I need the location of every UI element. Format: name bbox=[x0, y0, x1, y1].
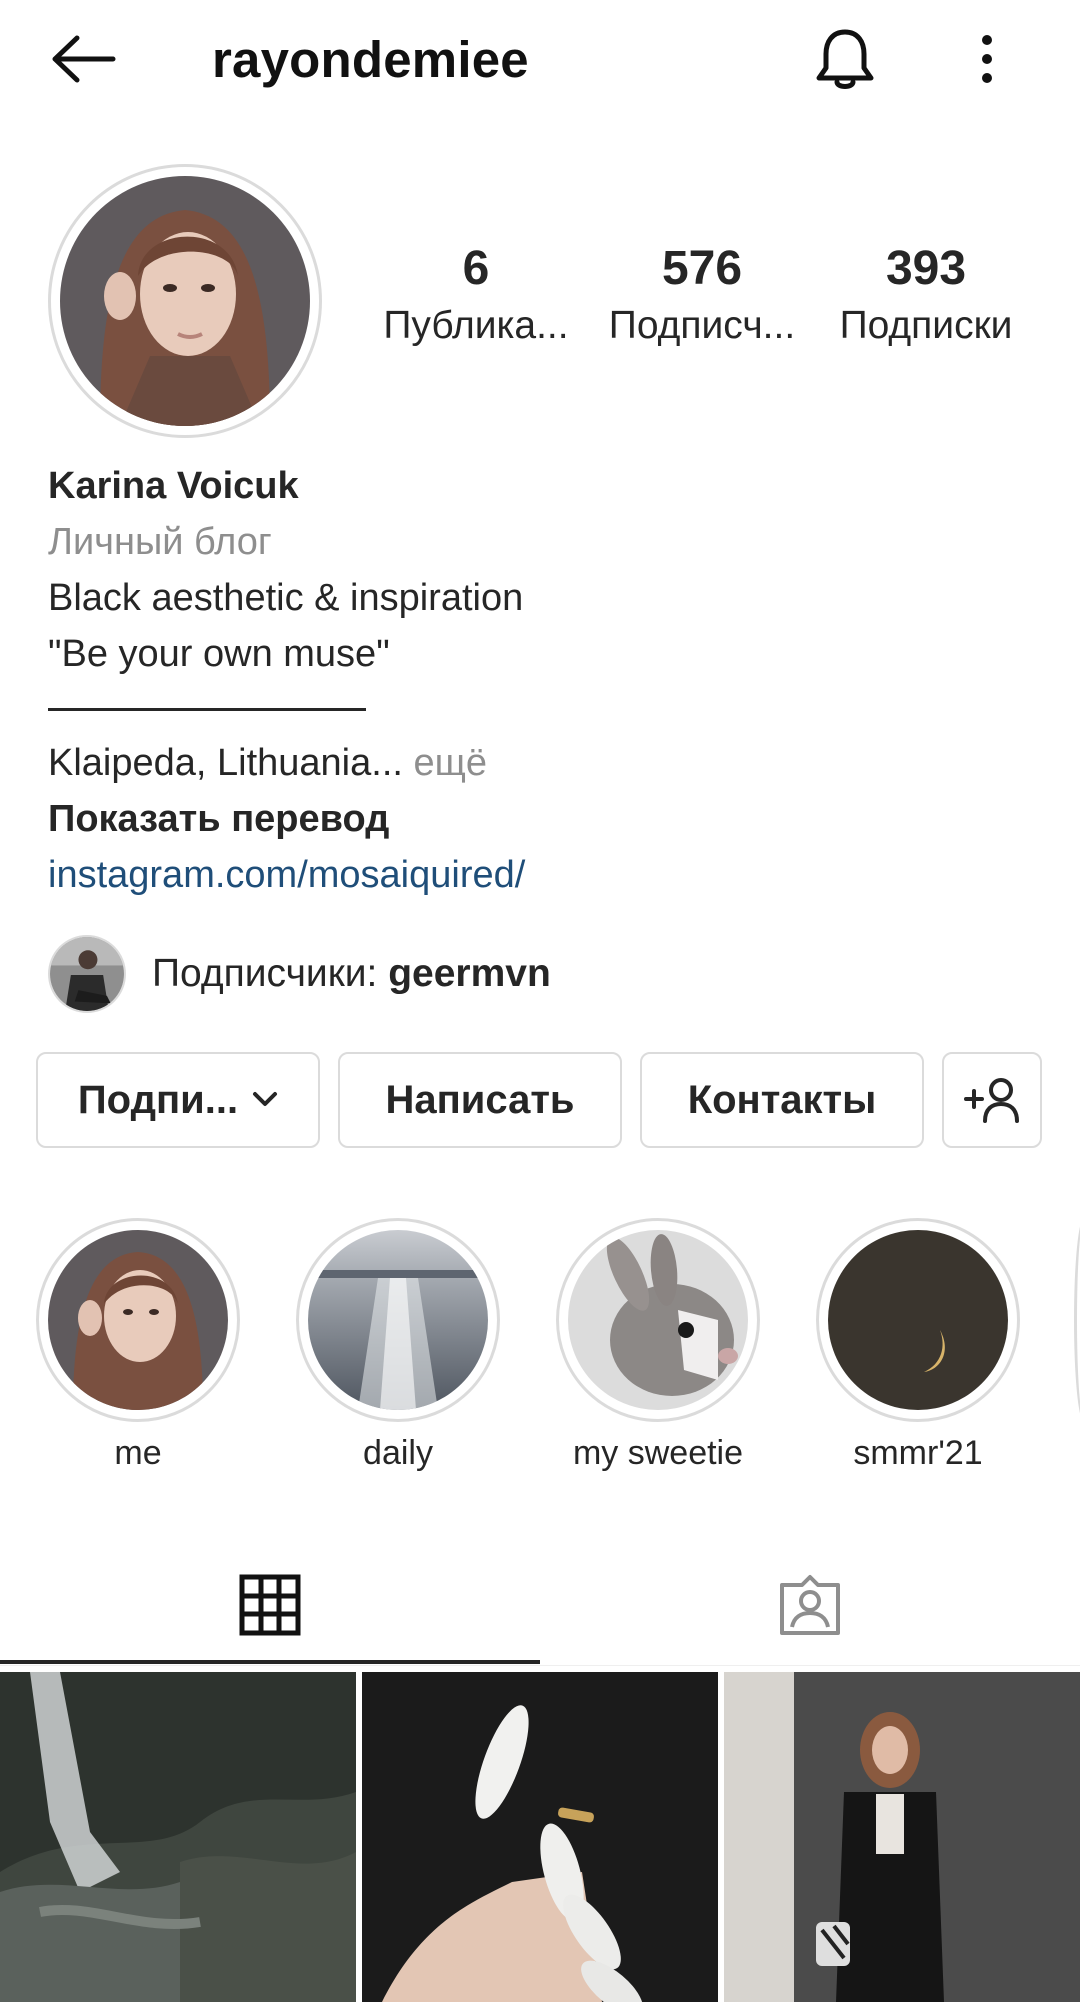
highlight-label: me bbox=[114, 1434, 162, 1472]
highlight-cover bbox=[556, 1218, 760, 1422]
profile-screen: rayondemiee 6 Публика... 576 Подписч... … bbox=[0, 0, 1080, 2002]
contacts-label: Контакты bbox=[687, 1077, 877, 1122]
active-tab-indicator bbox=[0, 1660, 540, 1664]
tab-tagged[interactable] bbox=[540, 1546, 1080, 1664]
stat-followers[interactable]: 576 Подписч... bbox=[592, 240, 812, 354]
highlight-cover bbox=[816, 1218, 1020, 1422]
highlight-daily[interactable]: daily bbox=[296, 1218, 500, 1473]
bio-line-1: Black aesthetic & inspiration bbox=[48, 577, 524, 619]
top-bar: rayondemiee bbox=[0, 0, 1080, 118]
bio-divider bbox=[48, 708, 366, 711]
chevron-down-icon bbox=[252, 1091, 278, 1109]
highlight-my-sweetie[interactable]: my sweetie bbox=[556, 1218, 760, 1473]
notifications-button[interactable] bbox=[808, 22, 882, 96]
profile-bio: Karina Voicuk Личный блог Black aestheti… bbox=[48, 458, 1038, 903]
followed-by-text: Подписчики: geermvn bbox=[152, 952, 551, 996]
highlight-smmr21[interactable]: smmr'21 bbox=[816, 1218, 1020, 1473]
arrow-left-icon bbox=[52, 35, 116, 83]
tab-posts-grid[interactable] bbox=[0, 1546, 540, 1664]
full-name: Karina Voicuk bbox=[48, 465, 299, 507]
highlight-label: my sweetie bbox=[572, 1434, 744, 1472]
subscribed-button[interactable]: Подпи... bbox=[36, 1052, 320, 1148]
followers-label: Подписч... bbox=[608, 304, 796, 347]
highlight-cover bbox=[296, 1218, 500, 1422]
suggested-users-button[interactable] bbox=[942, 1052, 1042, 1148]
bio-line-2: "Be your own muse" bbox=[48, 633, 390, 675]
highlight-label: smmr'21 bbox=[853, 1434, 983, 1472]
profile-username: rayondemiee bbox=[212, 30, 529, 88]
highlight-label: daily bbox=[363, 1434, 433, 1472]
followed-by-prefix: Подписчики: bbox=[152, 952, 389, 995]
bio-location-line: Klaipeda, Lithuania... ещё bbox=[48, 735, 1038, 791]
highlight-next-partial[interactable] bbox=[1074, 1218, 1080, 1422]
following-label: Подписки bbox=[839, 304, 1013, 347]
following-count: 393 bbox=[885, 242, 967, 295]
message-button[interactable]: Написать bbox=[338, 1052, 622, 1148]
highlight-me[interactable]: me bbox=[36, 1218, 240, 1473]
posts-count: 6 bbox=[462, 242, 490, 295]
back-button[interactable] bbox=[40, 24, 124, 94]
more-vertical-icon bbox=[982, 35, 992, 83]
profile-tabs bbox=[0, 1546, 1080, 1666]
website-link[interactable]: instagram.com/mosaiquired/ bbox=[48, 847, 1038, 903]
followers-count: 576 bbox=[661, 242, 743, 295]
grid-icon bbox=[239, 1574, 301, 1636]
posts-label: Публика... bbox=[383, 304, 569, 347]
category-label: Личный блог bbox=[48, 521, 272, 563]
bell-icon bbox=[816, 29, 874, 89]
tagged-person-icon bbox=[780, 1575, 840, 1635]
show-translation-link[interactable]: Показать перевод bbox=[48, 791, 1038, 847]
post-thumbnail[interactable] bbox=[0, 1672, 356, 2002]
post-thumbnail[interactable] bbox=[362, 1672, 718, 2002]
avatar-image bbox=[60, 176, 310, 426]
followed-by[interactable]: Подписчики: geermvn bbox=[48, 934, 551, 1014]
followed-by-username[interactable]: geermvn bbox=[388, 952, 551, 995]
subscribed-label: Подпи... bbox=[77, 1077, 239, 1122]
message-label: Написать bbox=[385, 1077, 575, 1122]
bio-location: Klaipeda, Lithuania... bbox=[48, 742, 403, 784]
add-person-icon bbox=[964, 1078, 1019, 1123]
profile-avatar[interactable] bbox=[48, 164, 322, 438]
highlight-cover bbox=[36, 1218, 240, 1422]
contacts-button[interactable]: Контакты bbox=[640, 1052, 924, 1148]
stat-posts[interactable]: 6 Публика... bbox=[366, 240, 586, 354]
post-thumbnail[interactable] bbox=[724, 1672, 1080, 2002]
follower-avatar bbox=[48, 935, 126, 1013]
more-link[interactable]: ещё bbox=[403, 742, 487, 784]
stat-following[interactable]: 393 Подписки bbox=[816, 240, 1036, 354]
more-options-button[interactable] bbox=[962, 22, 1012, 96]
